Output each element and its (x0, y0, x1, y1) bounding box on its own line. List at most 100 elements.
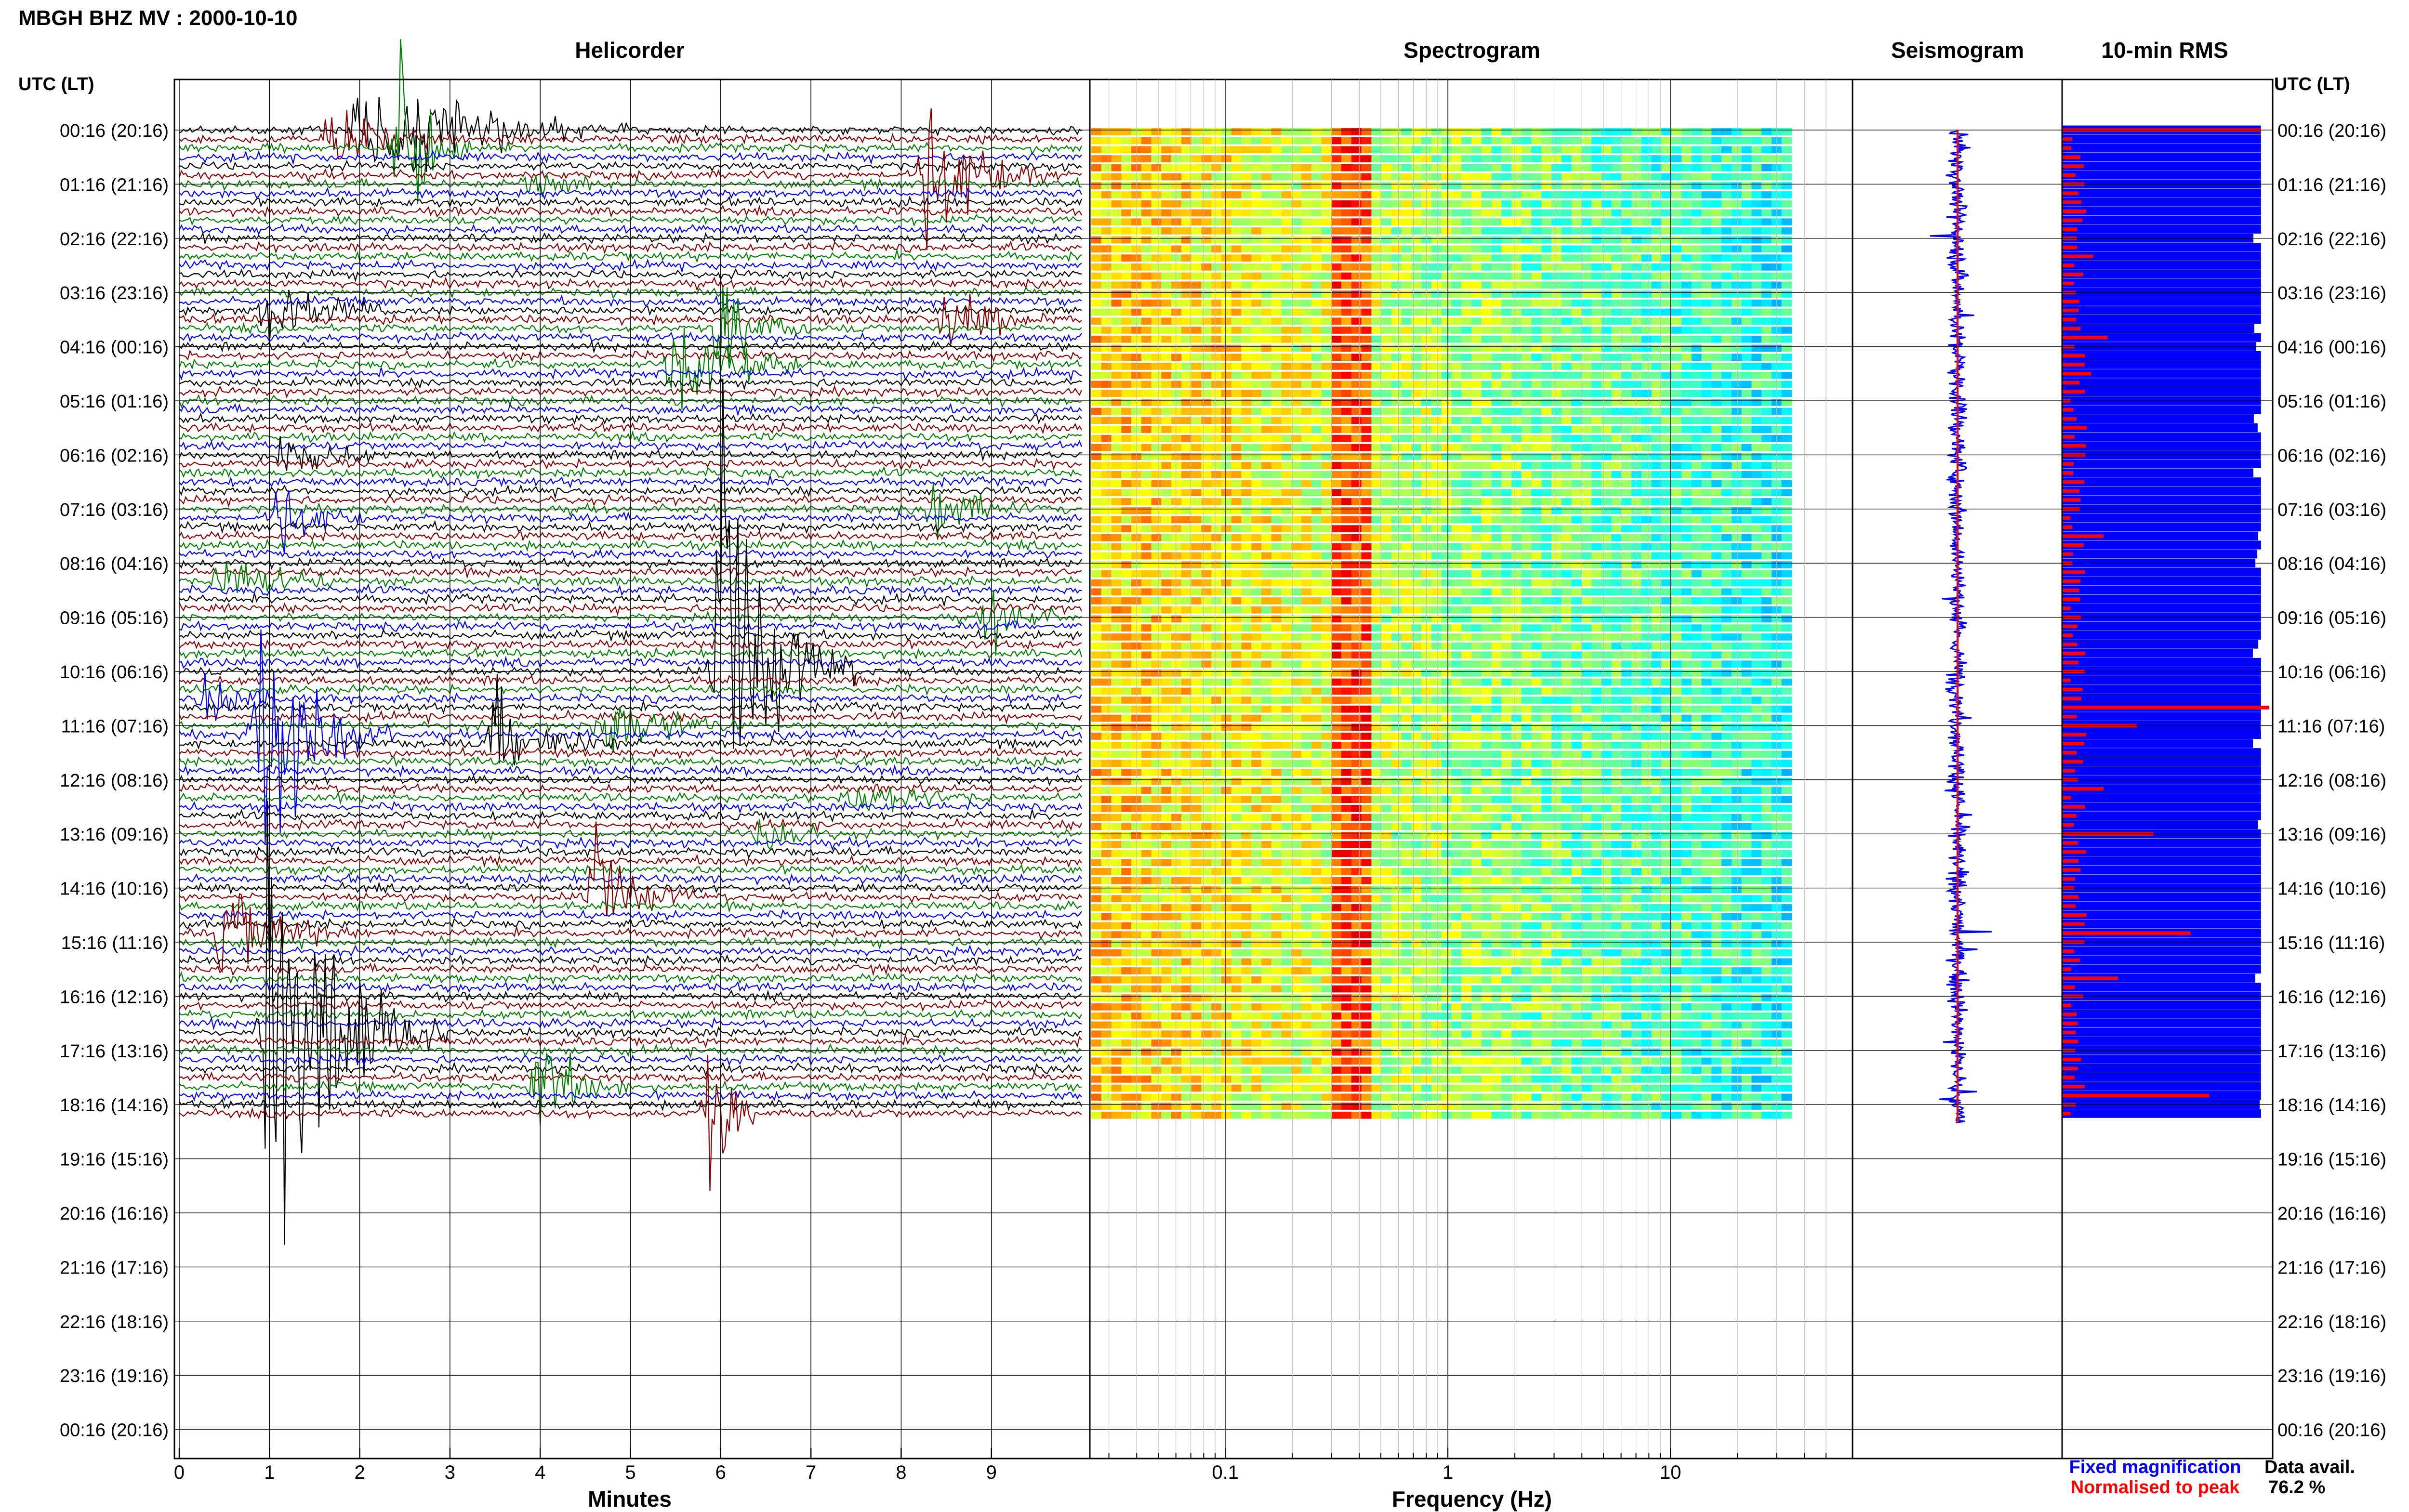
spectrogram-cell (1621, 714, 1632, 722)
spectrogram-cell (1551, 354, 1562, 361)
spectrogram-cell (1581, 697, 1592, 704)
spectrogram-cell (1211, 426, 1222, 433)
spectrogram-cell (1621, 444, 1632, 451)
spectrogram-cell (1491, 741, 1502, 749)
spectrogram-cell (1151, 733, 1162, 740)
spectrogram-cell (1121, 480, 1132, 487)
spectrogram-cell (1641, 453, 1652, 460)
spectrogram-cell (1721, 263, 1732, 271)
spectrogram-cell (1211, 399, 1222, 406)
spectrogram-cell (1091, 597, 1102, 605)
spectrogram-cell (1521, 714, 1532, 722)
spectrogram-cell (1511, 552, 1522, 560)
spectrogram-cell (1331, 570, 1342, 578)
spectrogram-cell (1451, 191, 1462, 198)
spectrogram-cell (1261, 723, 1272, 731)
spectrogram-cell (1501, 678, 1512, 686)
spectrogram-cell (1361, 335, 1372, 343)
spectrogram-cell (1581, 408, 1592, 415)
spectrogram-cell (1671, 182, 1682, 190)
spectrogram-cell (1551, 534, 1562, 541)
spectrogram-cell (1291, 417, 1302, 424)
spectrogram-cell (1431, 714, 1442, 722)
spectrogram-cell (1471, 173, 1482, 181)
spectrogram-cell (1391, 191, 1402, 198)
spectrogram-cell (1241, 363, 1252, 370)
spectrogram-cell (1681, 498, 1692, 505)
spectrogram-cell (1541, 561, 1552, 568)
spectrogram-cell (1151, 453, 1162, 460)
spectrogram-cell (1501, 371, 1512, 379)
spectrogram-cell (1331, 408, 1342, 415)
spectrogram-cell (1441, 146, 1452, 154)
spectrogram-cell (1181, 525, 1192, 532)
spectrogram-cell (1221, 561, 1232, 568)
spectrogram-cell (1281, 317, 1292, 325)
spectrogram-cell (1151, 633, 1162, 641)
spectrogram-cell (1571, 741, 1582, 749)
spectrogram-cell (1401, 453, 1412, 460)
spectrogram-cell (1601, 489, 1612, 496)
spectrogram-cell (1151, 164, 1162, 171)
spectrogram-cell (1391, 714, 1402, 722)
spectrogram-cell (1271, 371, 1282, 379)
spectrogram-cell (1731, 733, 1742, 740)
spectrogram-cell (1461, 750, 1472, 758)
spectrogram-cell (1511, 254, 1522, 262)
spectrogram-cell (1291, 254, 1302, 262)
spectrogram-cell (1311, 354, 1322, 361)
spectrogram-cell (1401, 660, 1412, 668)
spectrogram-cell (1421, 525, 1432, 532)
spectrogram-cell (1251, 678, 1262, 686)
spectrogram-cell (1121, 453, 1132, 460)
spectrogram-cell (1291, 381, 1302, 388)
spectrogram-cell (1241, 498, 1252, 505)
spectrogram-cell (1201, 444, 1212, 451)
spectrogram-cell (1311, 344, 1322, 352)
spectrogram-cell (1351, 299, 1362, 307)
spectrogram-cell (1211, 363, 1222, 370)
spectrogram-cell (1601, 218, 1612, 225)
spectrogram-cell (1641, 615, 1652, 623)
spectrogram-cell (1461, 200, 1472, 208)
spectrogram-cell (1621, 164, 1632, 171)
spectrogram-cell (1311, 137, 1322, 145)
spectrogram-cell (1401, 371, 1412, 379)
spectrogram-cell (1761, 218, 1772, 225)
spectrogram-cell (1501, 525, 1512, 532)
spectrogram-cell (1431, 363, 1442, 370)
spectrogram-cell (1191, 525, 1202, 532)
spectrogram-cell (1201, 182, 1212, 190)
spectrogram-cell (1591, 390, 1602, 397)
spectrogram-cell (1431, 317, 1442, 325)
spectrogram-cell (1631, 453, 1642, 460)
spectrogram-cell (1281, 507, 1292, 514)
spectrogram-cell (1381, 173, 1392, 181)
spectrogram-cell (1321, 128, 1332, 135)
spectrogram-cell (1701, 471, 1712, 478)
spectrogram-cell (1431, 417, 1442, 424)
spectrogram-cell (1171, 471, 1182, 478)
spectrogram-cell (1181, 588, 1192, 596)
spectrogram-cell (1181, 137, 1192, 145)
spectrogram-cell (1261, 597, 1272, 605)
spectrogram-cell (1331, 371, 1342, 379)
spectrogram-cell (1171, 588, 1182, 596)
spectrogram-cell (1641, 697, 1652, 704)
spectrogram-cell (1461, 335, 1472, 343)
spectrogram-cell (1411, 281, 1422, 289)
spectrogram-cell (1191, 579, 1202, 587)
spectrogram-cell (1401, 516, 1412, 524)
spectrogram-cell (1191, 254, 1202, 262)
spectrogram-cell (1241, 381, 1252, 388)
spectrogram-cell (1521, 660, 1532, 668)
spectrogram-cell (1291, 750, 1302, 758)
spectrogram-cell (1451, 444, 1462, 451)
spectrogram-cell (1101, 453, 1112, 460)
spectrogram-cell (1781, 660, 1792, 668)
spectrogram-cell (1451, 705, 1462, 713)
spectrogram-cell (1781, 390, 1792, 397)
spectrogram-cell (1101, 173, 1112, 181)
spectrogram-cell (1331, 218, 1342, 225)
spectrogram-cell (1551, 236, 1562, 244)
